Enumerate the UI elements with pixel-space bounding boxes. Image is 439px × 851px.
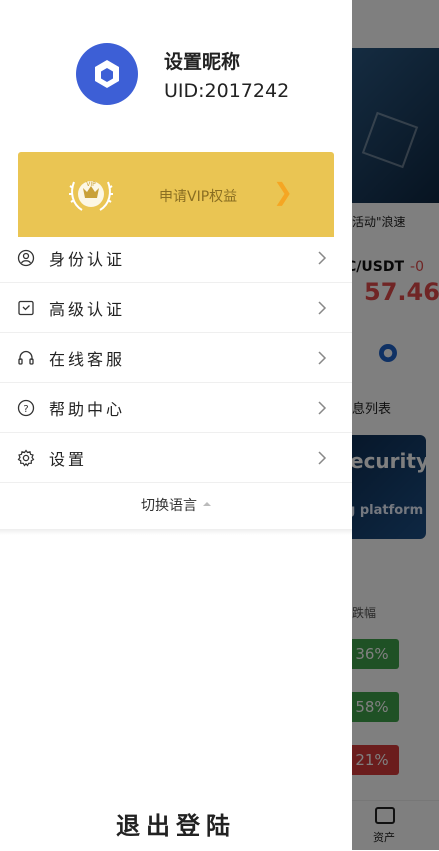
language-switch[interactable]: 切换语言 [0, 483, 352, 529]
user-circle-icon [17, 249, 35, 267]
side-drawer: 设置昵称 UID:2017242 VIP 申请VIP权益 ❯ 身份认证 高级认证… [0, 0, 352, 850]
menu-item-label: 身份认证 [49, 250, 126, 269]
gear-icon [17, 449, 35, 467]
chevron-right-icon [318, 301, 327, 315]
nickname[interactable]: 设置昵称 [164, 47, 240, 74]
chevron-right-icon [318, 451, 327, 465]
menu-item-advanced-verify[interactable]: 高级认证 [0, 283, 352, 333]
caret-up-icon [203, 501, 211, 506]
vip-badge-label: VIP [86, 181, 96, 188]
language-switch-label: 切换语言 [141, 498, 197, 514]
menu-item-label: 在线客服 [49, 350, 126, 369]
vip-apply-label: 申请VIP权益 [159, 189, 238, 205]
menu-item-label: 帮助中心 [49, 400, 126, 419]
help-circle-icon: ? [17, 399, 35, 417]
headset-icon [18, 350, 34, 365]
chevron-right-icon [318, 251, 327, 265]
vip-badge-icon: VIP [69, 181, 113, 211]
divider [0, 529, 352, 535]
menu-item-identity[interactable]: 身份认证 [0, 233, 352, 283]
badge-check-icon [18, 300, 34, 316]
hexagon-logo-icon [95, 60, 119, 88]
svg-text:?: ? [23, 404, 28, 415]
chevron-right-icon [318, 401, 327, 415]
avatar[interactable] [76, 43, 138, 105]
vip-apply-banner[interactable]: VIP 申请VIP权益 ❯ [18, 152, 334, 237]
chevron-right-icon [318, 351, 327, 365]
menu-item-help[interactable]: ? 帮助中心 [0, 383, 352, 433]
user-id: UID:2017242 [164, 80, 290, 102]
menu-item-label: 高级认证 [49, 300, 126, 319]
menu-item-settings[interactable]: 设置 [0, 433, 352, 483]
chevron-right-icon: ❯ [273, 178, 294, 206]
menu-item-label: 设置 [49, 450, 88, 469]
menu-item-support[interactable]: 在线客服 [0, 333, 352, 383]
drawer-menu: 身份认证 高级认证 在线客服 ? 帮助中心 设置 [0, 233, 352, 483]
logout-button[interactable]: 退出登陆 [0, 806, 352, 841]
